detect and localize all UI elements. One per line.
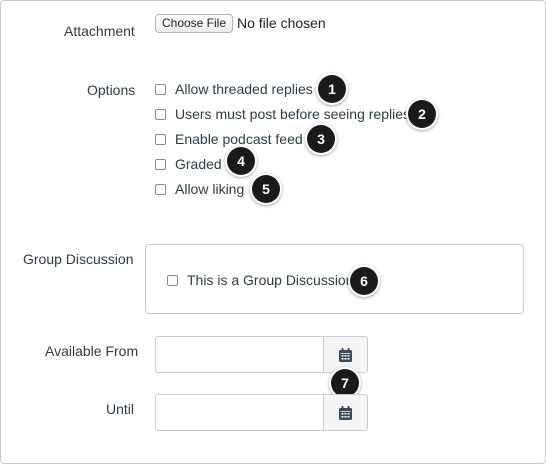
- option-label: Graded: [175, 156, 222, 172]
- callout-badge-1: 1: [318, 75, 346, 103]
- callout-badge-3: 3: [307, 125, 335, 153]
- checkbox[interactable]: [167, 274, 178, 286]
- option-graded[interactable]: Graded: [155, 155, 222, 173]
- option-enable-podcast-feed[interactable]: Enable podcast feed: [155, 130, 303, 148]
- available-from-input[interactable]: [155, 336, 324, 373]
- calendar-icon: [339, 347, 352, 362]
- checkbox[interactable]: [155, 108, 166, 120]
- available-from-label: Available From: [45, 343, 139, 359]
- callout-badge-5: 5: [252, 175, 280, 203]
- option-label: Allow threaded replies: [175, 81, 313, 97]
- checkbox[interactable]: [155, 133, 166, 145]
- checkbox[interactable]: [155, 183, 166, 195]
- callout-badge-7: 7: [331, 369, 359, 397]
- discussion-options-panel: Attachment Choose File No file chosen Op…: [0, 0, 546, 464]
- option-label: Allow liking: [175, 181, 245, 197]
- callout-badge-6: 6: [350, 267, 378, 295]
- options-label: Options: [87, 82, 136, 98]
- checkbox[interactable]: [155, 158, 166, 170]
- calendar-icon: [339, 405, 352, 420]
- checkbox[interactable]: [155, 83, 166, 95]
- choose-file-button[interactable]: Choose File: [155, 14, 233, 33]
- attachment-label: Attachment: [64, 23, 135, 39]
- option-allow-threaded-replies[interactable]: Allow threaded replies: [155, 80, 313, 98]
- option-group-discussion[interactable]: This is a Group Discussion: [167, 271, 354, 289]
- until-calendar-button[interactable]: [323, 394, 368, 431]
- callout-badge-4: 4: [227, 147, 255, 175]
- available-from-calendar-button[interactable]: [323, 336, 368, 373]
- option-label: Enable podcast feed: [175, 131, 303, 147]
- until-label: Until: [106, 401, 135, 417]
- option-allow-liking[interactable]: Allow liking: [155, 180, 244, 198]
- callout-badge-2: 2: [408, 100, 436, 128]
- option-label: This is a Group Discussion: [187, 272, 354, 288]
- file-status-text: No file chosen: [237, 15, 326, 31]
- option-label: Users must post before seeing replies: [175, 106, 410, 122]
- group-discussion-label: Group Discussion: [23, 251, 134, 267]
- until-input[interactable]: [155, 394, 324, 431]
- option-users-must-post[interactable]: Users must post before seeing replies: [155, 105, 410, 123]
